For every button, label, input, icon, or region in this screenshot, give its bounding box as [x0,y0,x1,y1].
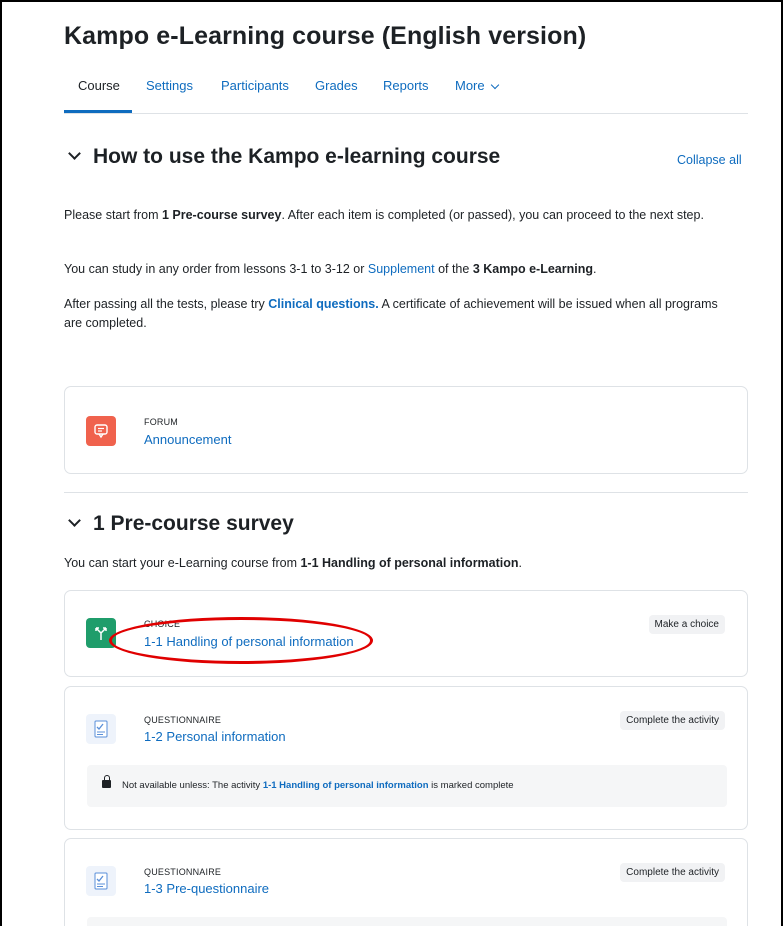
activity-card-questionnaire-1-2: QUESTIONNAIRE 1-2 Personal information C… [64,686,748,830]
questionnaire-icon [86,714,116,744]
tab-reports[interactable]: Reports [383,78,429,93]
tab-grades[interactable]: Grades [315,78,358,93]
intro-paragraph-1: Please start from 1 Pre-course survey. A… [64,208,704,222]
activity-card-choice: CHOICE 1-1 Handling of personal informat… [64,590,748,677]
survey-intro-paragraph: You can start your e-Learning course fro… [64,556,523,570]
intro-paragraph-3: After passing all the tests, please try … [64,297,718,330]
page-title: Kampo e-Learning course (English version… [64,22,587,50]
collapse-all-link[interactable]: Collapse all [677,153,742,167]
intro-paragraph-2: You can study in any order from lessons … [64,262,597,276]
restriction-notice: Not available unless: The activity 1-1 H… [87,765,727,807]
activity-link-announcement[interactable]: Announcement [144,432,231,447]
clinical-questions-link[interactable]: Clinical questions. [268,297,378,311]
course-nav: Course Settings Participants Grades Repo… [64,76,748,114]
questionnaire-icon [86,866,116,896]
completion-badge: Complete the activity [620,711,725,730]
section-intro-title: How to use the Kampo e-learning course [93,145,501,168]
choice-icon [86,618,116,648]
chevron-down-icon [491,80,500,90]
active-tab-indicator [64,110,132,113]
lock-icon [102,775,111,788]
section-survey-header[interactable]: 1 Pre-course survey [68,512,294,536]
activity-card-questionnaire-1-3: QUESTIONNAIRE 1-3 Pre-questionnaire Comp… [64,838,748,926]
tab-participants[interactable]: Participants [221,78,289,93]
section-intro-header[interactable]: How to use the Kampo e-learning course [68,145,501,169]
chevron-down-icon[interactable] [68,514,81,527]
chevron-down-icon[interactable] [68,147,81,160]
page-frame: Kampo e-Learning course (English version… [0,0,783,926]
activity-link-handling-personal-info[interactable]: 1-1 Handling of personal information [144,634,354,649]
activity-link-pre-questionnaire[interactable]: 1-3 Pre-questionnaire [144,881,269,896]
restriction-notice-partial [87,917,727,926]
supplement-link[interactable]: Supplement [368,262,435,276]
activity-type-label: QUESTIONNAIRE [144,715,222,725]
completion-badge: Complete the activity [620,863,725,882]
activity-type-label: FORUM [144,417,178,427]
tab-more[interactable]: More [455,78,500,93]
completion-badge: Make a choice [648,615,725,634]
tab-settings[interactable]: Settings [146,78,193,93]
section-survey-title: 1 Pre-course survey [93,512,294,535]
section-divider [64,492,748,493]
tab-more-label: More [455,78,485,93]
activity-type-label: CHOICE [144,619,181,629]
restriction-link[interactable]: 1-1 Handling of personal information [263,780,429,791]
activity-card-forum: FORUM Announcement [64,386,748,474]
activity-type-label: QUESTIONNAIRE [144,867,222,877]
tab-course[interactable]: Course [78,78,120,93]
activity-link-personal-information[interactable]: 1-2 Personal information [144,729,286,744]
forum-icon [86,416,116,446]
